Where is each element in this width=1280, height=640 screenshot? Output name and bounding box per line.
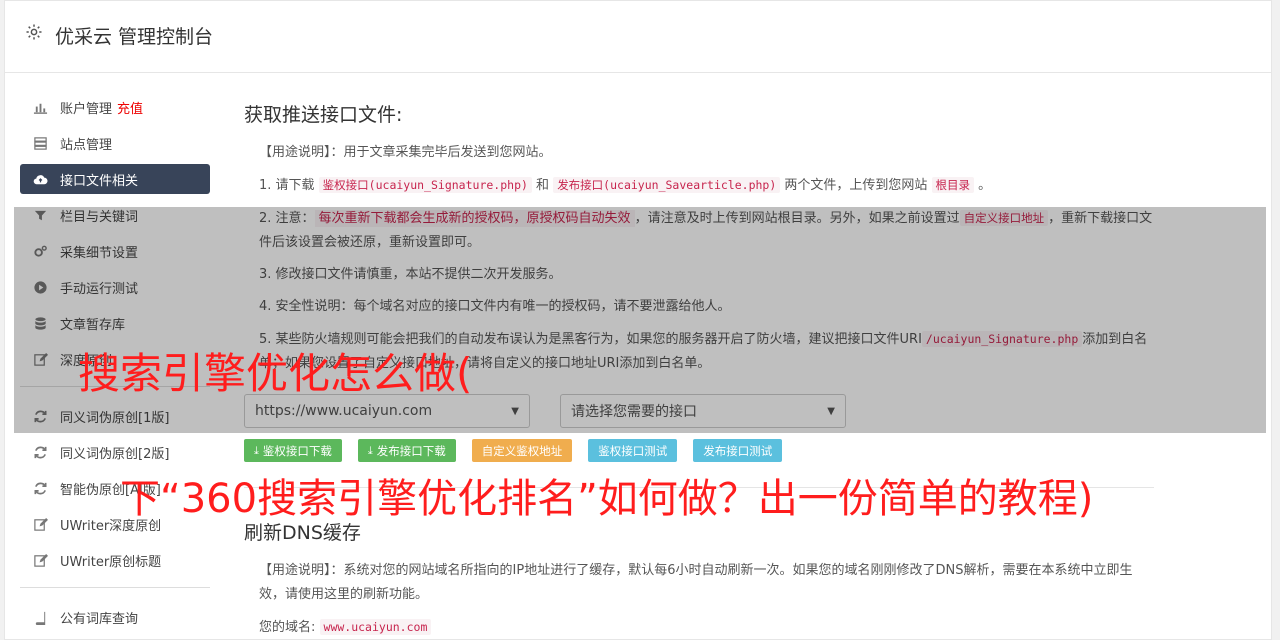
server-icon — [32, 135, 48, 151]
gear-icon — [25, 23, 43, 41]
sidebar-item-sites[interactable]: 站点管理 — [20, 128, 210, 158]
sidebar-item-label: 站点管理 — [60, 137, 113, 153]
download-signature-button[interactable]: ⤓ 鉴权接口下载 — [244, 439, 342, 462]
sidebar-item-public-lexicon[interactable]: 公有词库查询 — [20, 602, 210, 632]
test-publish-button[interactable]: 发布接口测试 — [693, 439, 783, 462]
edit-icon — [32, 516, 48, 532]
section-heading: 获取推送接口文件: — [244, 104, 403, 126]
custom-auth-url-button[interactable]: 自定义鉴权地址 — [471, 439, 573, 462]
download-publish-button[interactable]: ⤓ 发布接口下载 — [357, 439, 456, 462]
cloud-upload-icon — [32, 171, 48, 187]
signature-file-code: 鉴权接口(ucaiyun_Signature.php) — [318, 177, 532, 193]
test-signature-button[interactable]: 鉴权接口测试 — [588, 439, 678, 462]
sidebar-item-label: UWriter原创标题 — [60, 554, 162, 570]
action-buttons: ⤓ 鉴权接口下载 ⤓ 发布接口下载 自定义鉴权地址 鉴权接口测试 发布接口测试 — [244, 439, 798, 462]
domain-row: 您的域名: www.ucaiyun.com — [244, 615, 1154, 640]
overlay-caption-line2: 下“360搜索引擎优化排名”如何做？出一份简单的教程) — [120, 476, 1094, 522]
sidebar-item-interface-files[interactable]: 接口文件相关 — [20, 164, 210, 194]
download-icon: ⤓ — [254, 443, 259, 457]
recharge-link[interactable]: 充值 — [117, 98, 143, 117]
root-dir-code: 根目录 — [931, 177, 975, 193]
book-icon — [32, 609, 48, 625]
sidebar-item-account[interactable]: 账户管理 充值 — [20, 92, 210, 122]
download-icon: ⤓ — [367, 443, 373, 457]
domain-value: www.ucaiyun.com — [319, 619, 432, 635]
sidebar-item-uwriter-title[interactable]: UWriter原创标题 — [20, 545, 210, 575]
sidebar-item-synonym-v2[interactable]: 同义词伪原创[2版] — [20, 437, 210, 467]
refresh-icon — [32, 480, 48, 496]
sidebar-item-label: 同义词伪原创[2版] — [60, 446, 170, 462]
step-1: 1. 请下载 鉴权接口(ucaiyun_Signature.php) 和 发布接… — [259, 177, 992, 193]
savearticle-file-code: 发布接口(ucaiyun_Savearticle.php) — [553, 177, 781, 193]
sidebar-item-label: 公有词库查询 — [60, 611, 139, 627]
sidebar-divider — [20, 587, 210, 588]
page-title: 优采云 管理控制台 — [55, 26, 214, 48]
refresh-icon — [32, 444, 48, 460]
usage-note: 【用途说明】：用于文章采集完毕后发送到您网站。 — [259, 145, 552, 160]
dns-usage-note: 【用途说明】：系统对您的网站域名所指向的IP地址进行了缓存，默认每6小时自动刷新… — [259, 563, 1133, 602]
edit-icon — [32, 552, 48, 568]
overlay-caption-line1: 搜索引擎优化怎么做( — [78, 349, 473, 398]
top-bar: 优采云 管理控制台 — [5, 1, 1271, 73]
sidebar-item-label: 账户管理 — [60, 101, 113, 117]
bar-chart-icon — [32, 99, 48, 115]
sidebar-item-label: 接口文件相关 — [60, 173, 139, 189]
dns-section: 刷新DNS缓存 【用途说明】：系统对您的网站域名所指向的IP地址进行了缓存，默认… — [244, 518, 1154, 640]
